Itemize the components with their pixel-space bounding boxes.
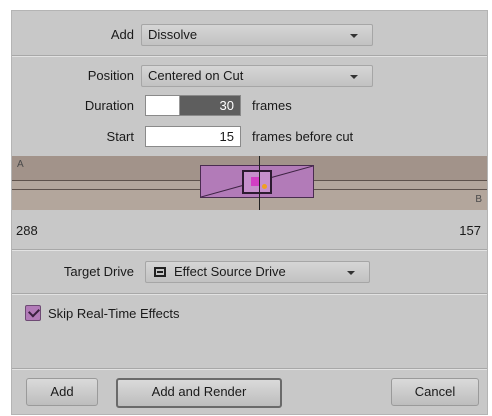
- target-drive-dropdown[interactable]: Effect Source Drive: [145, 261, 370, 283]
- track-a-label: A: [17, 159, 24, 170]
- track-b-label: B: [475, 194, 482, 205]
- target-drive-label: Target Drive: [63, 264, 134, 279]
- separator: [12, 368, 487, 370]
- handle-pin: [262, 184, 267, 189]
- chevron-down-icon: [350, 34, 358, 38]
- transition-timeline[interactable]: A B: [12, 156, 487, 210]
- effect-type-dropdown[interactable]: Dissolve: [141, 24, 373, 46]
- duration-field[interactable]: 30: [145, 95, 241, 116]
- checkmark-icon: [27, 305, 41, 318]
- duration-unit: frames: [252, 98, 292, 113]
- start-value: 15: [219, 129, 234, 144]
- effect-position-handle[interactable]: [242, 170, 272, 194]
- separator: [12, 249, 487, 251]
- duration-label: Duration: [84, 98, 134, 113]
- duration-value: 30: [219, 98, 234, 113]
- start-unit: frames before cut: [252, 129, 354, 144]
- separator: [12, 55, 487, 57]
- add-label: Add: [110, 27, 134, 42]
- position-label: Position: [87, 68, 134, 83]
- left-frame-count: 288: [16, 223, 38, 238]
- right-frame-count: 157: [459, 223, 481, 238]
- skip-realtime-label: Skip Real-Time Effects: [48, 306, 180, 321]
- chevron-down-icon: [350, 75, 358, 79]
- add-and-render-button[interactable]: Add and Render: [116, 378, 282, 408]
- chevron-down-icon: [347, 271, 355, 275]
- start-field[interactable]: 15: [145, 126, 241, 147]
- target-drive-value: Effect Source Drive: [174, 264, 286, 279]
- position-dropdown[interactable]: Centered on Cut: [141, 65, 373, 87]
- add-dissolve-dialog: Add Dissolve Position Centered on Cut Du…: [11, 10, 488, 415]
- position-value: Centered on Cut: [148, 68, 244, 83]
- cancel-button[interactable]: Cancel: [391, 378, 479, 406]
- start-label: Start: [106, 129, 134, 144]
- dissolve-effect-region[interactable]: [200, 165, 314, 198]
- skip-realtime-checkbox[interactable]: [25, 305, 41, 321]
- drive-icon: [154, 267, 166, 277]
- separator: [12, 293, 487, 295]
- add-button[interactable]: Add: [26, 378, 98, 406]
- cut-point-line: [259, 156, 260, 210]
- effect-type-value: Dissolve: [148, 27, 198, 42]
